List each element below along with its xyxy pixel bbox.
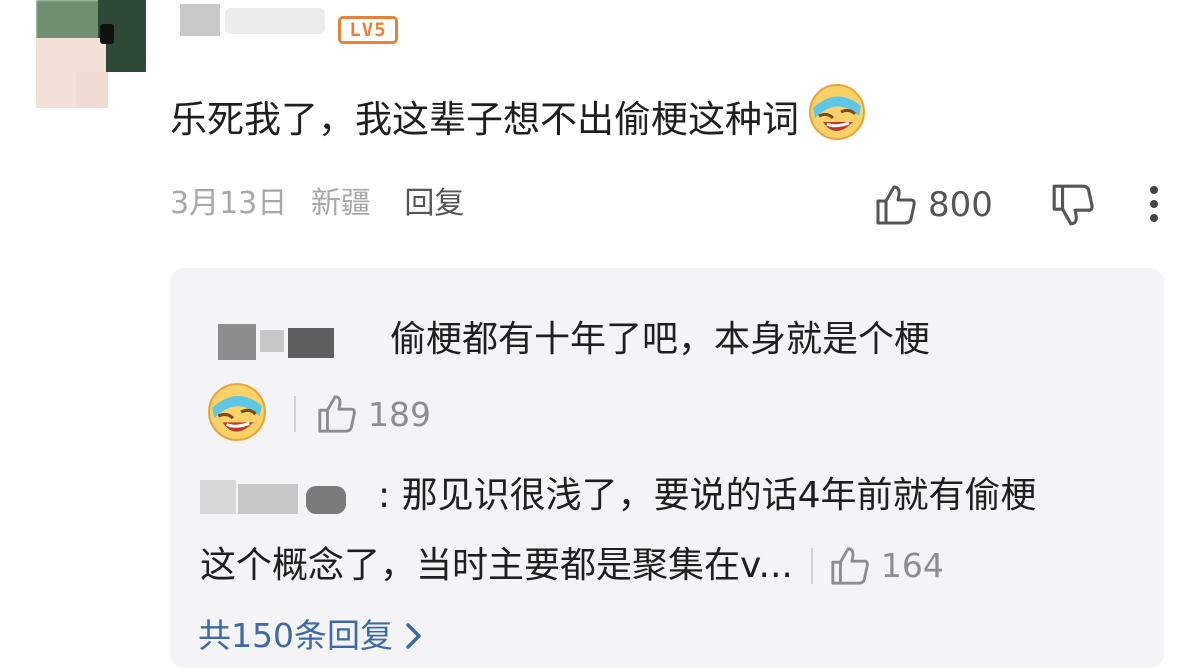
more-options-button[interactable] bbox=[1142, 184, 1166, 228]
like-button[interactable]: 800 bbox=[874, 181, 993, 229]
reply-1-like-button[interactable]: 189 bbox=[316, 393, 431, 435]
dislike-button[interactable] bbox=[1050, 182, 1096, 232]
reply-2-text-line2: 这个概念了，当时主要都是聚集在v... bbox=[200, 545, 793, 586]
comment-body: 乐死我了，我这辈子想不出偷梗这种词 bbox=[170, 98, 799, 141]
comment-date: 3月13日 bbox=[170, 186, 288, 221]
reply-2-text-line1: : 那见识很浅了，要说的话4年前就有偷梗 bbox=[378, 475, 1037, 516]
commenter-avatar[interactable] bbox=[36, 0, 146, 108]
reply-2-like-button[interactable]: 164 bbox=[829, 538, 944, 594]
reply-button[interactable]: 回复 bbox=[404, 186, 464, 221]
divider bbox=[294, 396, 296, 432]
laughing-cry-emoji-icon bbox=[206, 381, 268, 447]
reply-1-meta: 189 bbox=[206, 382, 431, 446]
thumbs-down-icon bbox=[1052, 184, 1094, 226]
commenter-username[interactable] bbox=[180, 0, 330, 40]
thumbs-up-icon bbox=[831, 547, 869, 585]
reply-1-like-count: 189 bbox=[368, 394, 431, 434]
reply-2-text-line2-row: 这个概念了，当时主要都是聚集在v... 164 bbox=[200, 538, 944, 594]
reply-2-username[interactable] bbox=[196, 472, 366, 524]
thumbs-up-icon bbox=[876, 185, 916, 225]
comment-meta: 3月13日 新疆 回复 bbox=[170, 182, 464, 226]
laughing-cry-emoji-icon bbox=[807, 82, 867, 158]
thumbs-up-icon bbox=[318, 395, 356, 433]
view-all-replies-link[interactable]: 共150条回复 bbox=[198, 612, 425, 660]
total-replies-label: 共150条回复 bbox=[198, 616, 393, 655]
comment-location: 新疆 bbox=[310, 186, 371, 221]
more-vertical-icon bbox=[1150, 186, 1158, 222]
divider bbox=[810, 548, 813, 584]
comment-text: 乐死我了，我这辈子想不出偷梗这种词 bbox=[170, 82, 867, 158]
reply-1-text: 偷梗都有十年了吧，本身就是个梗 bbox=[390, 319, 931, 360]
chevron-right-icon bbox=[406, 623, 421, 649]
like-count: 800 bbox=[928, 185, 993, 225]
reply-1-username[interactable] bbox=[210, 318, 370, 360]
reply-2-like-count: 164 bbox=[880, 546, 944, 585]
level-badge: LV5 bbox=[338, 16, 398, 44]
